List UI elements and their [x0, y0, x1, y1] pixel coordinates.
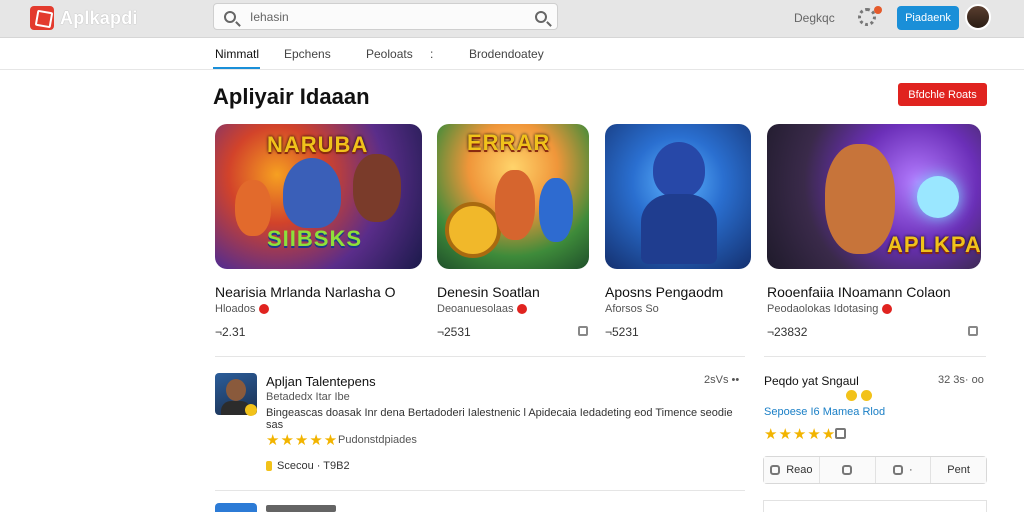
game-card-image-3[interactable] [605, 124, 751, 269]
header-link[interactable]: Degkqc [794, 11, 835, 25]
reviewer-badge-icon [245, 404, 257, 416]
divider [764, 356, 986, 357]
game-card-developer-4: Peodaolokas Idotasing [767, 303, 893, 315]
print-button[interactable]: Pent [931, 457, 986, 483]
review-footer: Scecou · T9B2 [266, 460, 350, 472]
game-card-meta-4: ¬23832 [767, 325, 808, 339]
divider [215, 490, 745, 491]
game-subtitle-text: SIIBSKS [267, 226, 363, 251]
game-card-title-3[interactable]: Aposns Pengaodm [605, 284, 723, 300]
review-stars: ★★★★★ [266, 432, 339, 449]
list-icon [893, 465, 904, 475]
header-action-button[interactable]: Piadaenk [897, 6, 959, 30]
list-button[interactable]: · [875, 457, 932, 483]
camera-icon [842, 465, 853, 475]
review-stars-label: Pudonstdpiades [338, 434, 417, 446]
next-review-avatar[interactable] [215, 503, 257, 512]
developer-name: Aforsos So [605, 303, 659, 315]
section-title: Apliyair Idaaan [213, 84, 370, 109]
game-sidekick-figure [235, 180, 271, 236]
source-icon [266, 461, 272, 471]
side-action-bar: Reao · Pent [763, 456, 987, 484]
emoji-icon [861, 390, 872, 401]
section-action-button[interactable]: Bfdchle Roats [898, 83, 987, 106]
game-villain-figure [353, 154, 401, 222]
game-card-image-4[interactable]: APLKPAN [767, 124, 981, 269]
game-hero-body [641, 194, 717, 264]
tab-primary[interactable]: Nimmatl [215, 47, 259, 61]
camera-button[interactable] [819, 457, 876, 483]
game-hero-figure [495, 170, 535, 240]
search-icon [224, 10, 236, 23]
game-card-meta-2: ¬2531 [437, 325, 471, 339]
read-label: Reao [786, 464, 813, 476]
review-source: Scecou · T9B2 [277, 460, 350, 472]
review-time: 2sVs •• [704, 374, 740, 386]
game-card-developer-1: Hloados [215, 303, 270, 315]
developer-name: Peodaolokas Idotasing [767, 303, 879, 315]
tab-third[interactable]: Peoloats [366, 47, 413, 61]
review-subtitle: Betadedx Itar Ibe [266, 391, 350, 403]
list-separator: · [909, 464, 913, 476]
tab-second[interactable]: Epchens [284, 47, 331, 61]
developer-name: Hloados [215, 303, 256, 315]
search-bar[interactable] [213, 3, 558, 30]
game-hero-head [653, 142, 705, 198]
game-card-meta-1: ¬2.31 [215, 325, 246, 339]
divider [215, 356, 745, 357]
game-card-title-2[interactable]: Denesin Soatlan [437, 284, 540, 300]
game-card-developer-3: Aforsos So [605, 303, 659, 315]
side-item-title[interactable]: Peqdo yat Sngaul [764, 374, 859, 388]
next-review-title-placeholder [266, 505, 336, 512]
read-icon [770, 465, 781, 475]
developer-badge-icon [517, 304, 528, 314]
game-logo-text: ERRAR [467, 130, 551, 155]
side-item-link[interactable]: Sepoese I6 Mamea Rlod [764, 406, 885, 418]
game-logo-text: NARUBA [267, 132, 369, 157]
logo-icon [30, 6, 54, 30]
logo-text: Aplkapdi [60, 7, 138, 28]
game-hero-figure [825, 144, 895, 254]
print-label: Pent [947, 464, 970, 476]
review-body: Bingeascas doasak Inr dena Bertadoderi I… [266, 407, 733, 431]
game-card-title-1[interactable]: Nearisia Mrlanda Narlasha O [215, 284, 396, 300]
side-item-time: 32 3s· oo [938, 374, 984, 386]
search-input[interactable] [250, 9, 535, 24]
game-card-image-1[interactable]: NARUBA SIIBSKS [215, 124, 422, 269]
user-avatar[interactable] [965, 4, 991, 30]
game-shield-figure [445, 202, 501, 258]
notification-dot-icon [874, 6, 882, 14]
tab-bar: Nimmatl Epchens Peoloats : Brodendoatey [0, 38, 1024, 70]
game-subtitle-text: APLKPAN [887, 232, 981, 257]
read-button[interactable]: Reao [764, 457, 820, 483]
side-stars: ★★★★★ [764, 426, 837, 443]
game-ally-figure [539, 178, 573, 242]
reviewer-name[interactable]: Apljan Talentepens [266, 374, 376, 389]
developer-badge-icon [882, 304, 893, 314]
install-icon[interactable] [578, 326, 588, 336]
game-hero-figure [283, 158, 341, 228]
tab-fifth[interactable]: Brodendoatey [469, 47, 544, 61]
top-bar: Aplkapdi Degkqc Piadaenk [0, 0, 1024, 38]
search-submit-icon[interactable] [535, 10, 547, 23]
developer-badge-icon [259, 304, 270, 314]
side-next-card [763, 500, 987, 512]
game-card-meta-3: ¬5231 [605, 325, 639, 339]
install-icon[interactable] [968, 326, 978, 336]
developer-name: Deoanuesolaas [437, 303, 514, 315]
game-energy-orb [917, 176, 959, 218]
active-tab-indicator [213, 67, 260, 69]
tab-more[interactable]: : [430, 47, 433, 61]
game-card-developer-2: Deoanuesolaas [437, 303, 528, 315]
emoji-icon [846, 390, 857, 401]
game-card-image-2[interactable]: ERRAR [437, 124, 589, 269]
app-logo[interactable]: Aplkapdi [30, 6, 138, 30]
game-card-title-4[interactable]: Rooenfaiia INoamann Colaon [767, 284, 951, 300]
bookmark-icon[interactable] [835, 428, 846, 439]
